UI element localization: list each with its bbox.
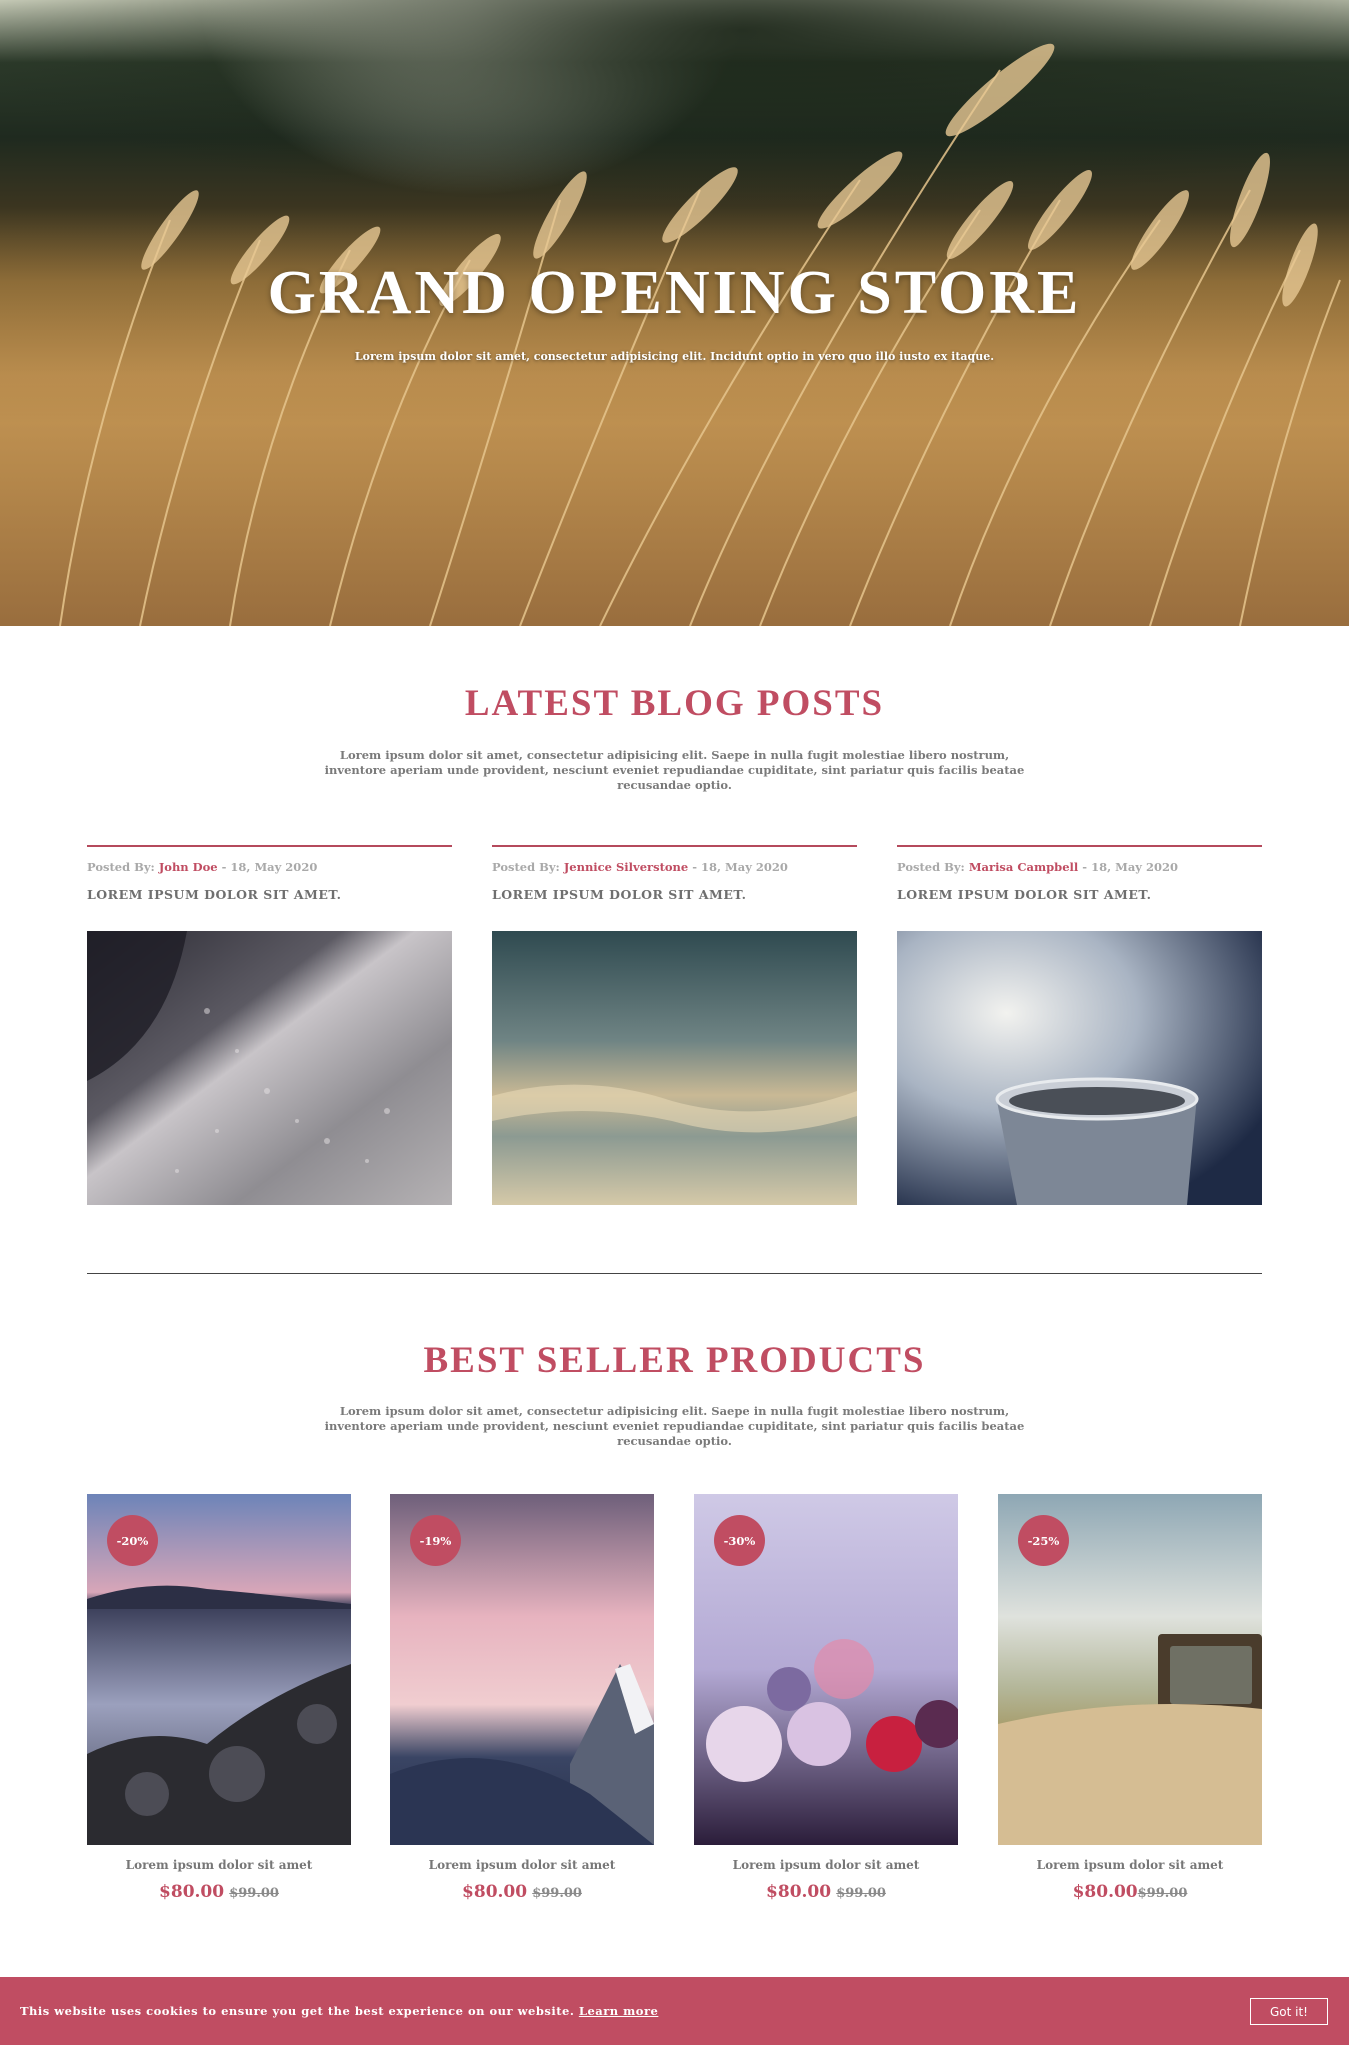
product-card[interactable]: -25% Lorem ipsum dolor sit amet $80.00$9… — [998, 1494, 1262, 1914]
product-old-price: $99.00 — [1137, 1886, 1188, 1901]
product-name[interactable]: Lorem ipsum dolor sit amet — [390, 1858, 654, 1872]
discount-badge: -25% — [1018, 1515, 1069, 1566]
discount-badge: -20% — [107, 1515, 158, 1566]
product-card[interactable]: -20% Lorem ipsum dolor sit amet $80.00 $… — [87, 1494, 351, 1914]
learn-more-link[interactable]: Learn more — [579, 2004, 659, 2018]
section-divider — [87, 1273, 1262, 1274]
product-old-price: $99.00 — [532, 1886, 582, 1901]
product-price: $80.00$99.00 — [998, 1882, 1262, 1902]
product-current-price: $80.00 — [159, 1882, 225, 1902]
blog-post-image[interactable] — [87, 931, 452, 1205]
cookie-text: This website uses cookies to ensure you … — [20, 2004, 575, 2018]
blog-post-heading[interactable]: LOREM IPSUM DOLOR SIT AMET. — [492, 887, 746, 902]
blog-post-meta: Posted By: Marisa Campbell - 18, May 202… — [897, 860, 1178, 874]
cookie-message: This website uses cookies to ensure you … — [20, 2004, 658, 2018]
blog-post-divider — [87, 845, 452, 847]
blog-section-title: LATEST BLOG POSTS — [464, 683, 885, 724]
products-section-title: BEST SELLER PRODUCTS — [423, 1340, 926, 1381]
blog-post-card[interactable]: Posted By: Jennice Silverstone - 18, May… — [492, 845, 857, 1205]
hero-title: GRAND OPENING STORE — [267, 259, 1082, 327]
product-card[interactable]: -19% Lorem ipsum dolor sit amet $80.00 $… — [390, 1494, 654, 1914]
blog-post-heading[interactable]: LOREM IPSUM DOLOR SIT AMET. — [87, 887, 341, 902]
discount-badge: -19% — [410, 1515, 461, 1566]
product-current-price: $80.00 — [462, 1882, 528, 1902]
posted-by-label: Posted By: — [492, 860, 560, 874]
cookie-consent-bar: This website uses cookies to ensure you … — [0, 1977, 1349, 2045]
product-old-price: $99.00 — [229, 1886, 279, 1901]
product-price: $80.00 $99.00 — [87, 1882, 351, 1902]
product-name[interactable]: Lorem ipsum dolor sit amet — [694, 1858, 958, 1872]
blog-post-card[interactable]: Posted By: Marisa Campbell - 18, May 202… — [897, 845, 1262, 1205]
posted-by-label: Posted By: — [87, 860, 155, 874]
product-current-price: $80.00 — [766, 1882, 832, 1902]
blog-post-meta: Posted By: Jennice Silverstone - 18, May… — [492, 860, 788, 874]
blog-post-divider — [897, 845, 1262, 847]
products-section-description: Lorem ipsum dolor sit amet, consectetur … — [324, 1404, 1025, 1448]
cookie-accept-button[interactable]: Got it! — [1250, 1998, 1328, 2025]
blog-post-date: - 18, May 2020 — [221, 860, 318, 874]
blog-post-image[interactable] — [492, 931, 857, 1205]
product-price: $80.00 $99.00 — [390, 1882, 654, 1902]
blog-post-divider — [492, 845, 857, 847]
blog-post-author[interactable]: Jennice Silverstone — [564, 860, 688, 874]
blog-post-image[interactable] — [897, 931, 1262, 1205]
product-current-price: $80.00 — [1072, 1882, 1138, 1902]
posted-by-label: Posted By: — [897, 860, 965, 874]
blog-post-heading[interactable]: LOREM IPSUM DOLOR SIT AMET. — [897, 887, 1151, 902]
hero-subtitle: Lorem ipsum dolor sit amet, consectetur … — [354, 350, 995, 363]
blog-post-date: - 18, May 2020 — [1082, 860, 1178, 874]
hero-banner: GRAND OPENING STORE Lorem ipsum dolor si… — [0, 0, 1349, 626]
blog-post-card[interactable]: Posted By: John Doe - 18, May 2020 LOREM… — [87, 845, 452, 1205]
blog-post-date: - 18, May 2020 — [692, 860, 788, 874]
product-card[interactable]: -30% Lorem ipsum dolor sit amet $80.00 $… — [694, 1494, 958, 1914]
blog-post-author[interactable]: John Doe — [159, 860, 218, 874]
blog-section-description: Lorem ipsum dolor sit amet, consectetur … — [324, 748, 1025, 792]
blog-post-author[interactable]: Marisa Campbell — [969, 860, 1078, 874]
product-name[interactable]: Lorem ipsum dolor sit amet — [87, 1858, 351, 1872]
product-old-price: $99.00 — [836, 1886, 886, 1901]
product-price: $80.00 $99.00 — [694, 1882, 958, 1902]
product-name[interactable]: Lorem ipsum dolor sit amet — [998, 1858, 1262, 1872]
blog-post-meta: Posted By: John Doe - 18, May 2020 — [87, 860, 317, 874]
discount-badge: -30% — [714, 1515, 765, 1566]
